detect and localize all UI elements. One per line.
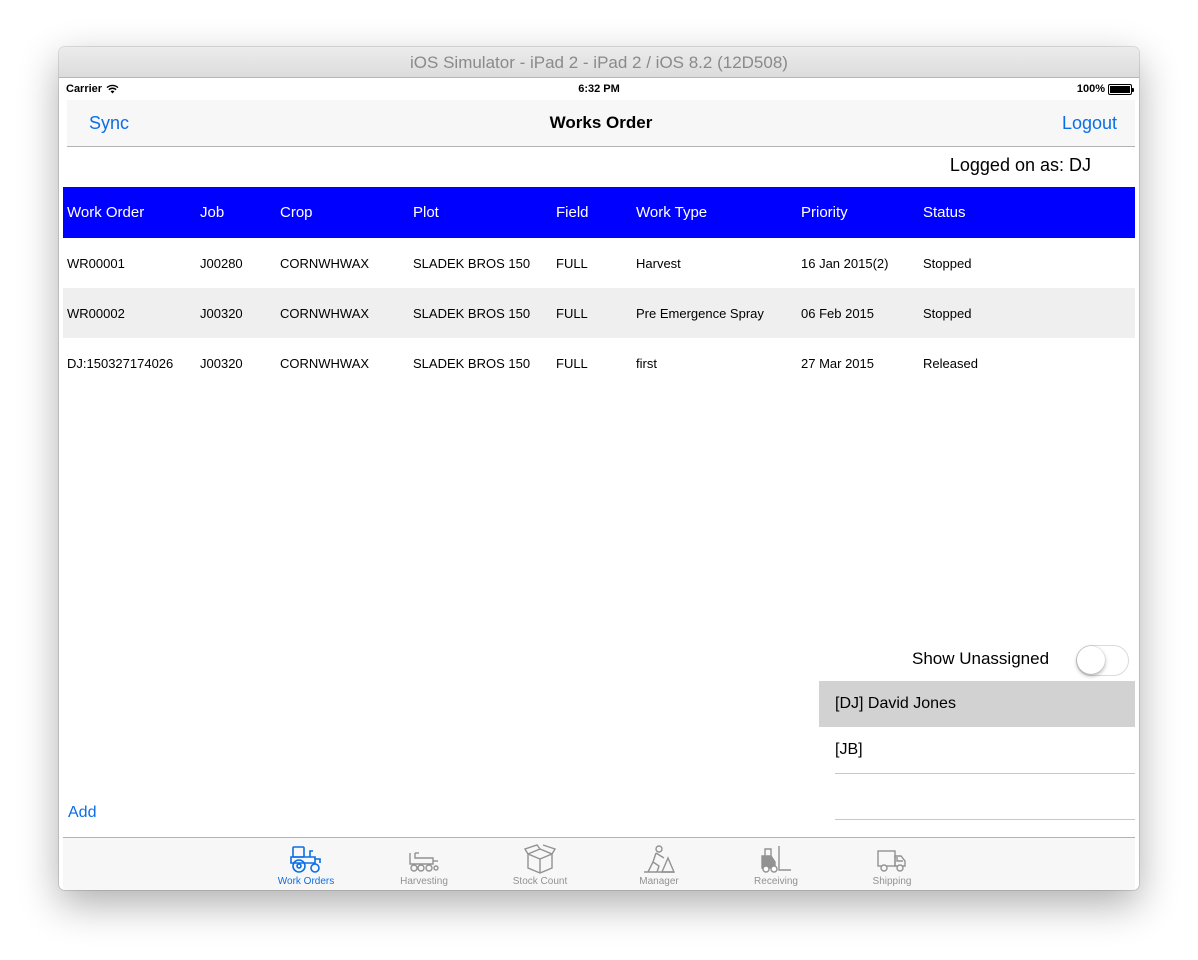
cell-status: Released: [923, 356, 978, 371]
column-crop[interactable]: Crop: [280, 204, 313, 221]
cell-plot: SLADEK BROS 150: [413, 256, 531, 271]
tab-label: Stock Count: [512, 876, 568, 887]
show-unassigned-label: Show Unassigned: [912, 649, 1050, 668]
page-title: Works Order: [549, 113, 653, 132]
tab-work-orders[interactable]: Work Orders: [261, 844, 351, 890]
toggle-knob: [1077, 646, 1105, 674]
tractor-icon: [290, 846, 321, 873]
cell-work-type: Harvest: [636, 256, 681, 271]
cell-crop: CORNWHWAX: [280, 256, 370, 271]
column-field[interactable]: Field: [556, 204, 589, 221]
table-row[interactable]: WR00001 J00280 CORNWHWAX SLADEK BROS 150…: [63, 238, 1135, 288]
cell-status: Stopped: [923, 306, 972, 321]
cell-plot: SLADEK BROS 150: [413, 306, 531, 321]
logout-button[interactable]: Logout: [1062, 113, 1117, 134]
clock: 6:32 PM: [578, 83, 620, 95]
battery-icon: [1108, 83, 1134, 95]
list-divider: [835, 773, 1135, 774]
list-divider: [835, 819, 1135, 820]
tab-label: Shipping: [872, 876, 912, 887]
tab-shipping[interactable]: Shipping: [847, 844, 937, 890]
tab-harvesting[interactable]: Harvesting: [379, 844, 469, 890]
user-name: [DJ] David Jones: [835, 695, 956, 712]
simulator-window: iOS Simulator - iPad 2 - iPad 2 / iOS 8.…: [59, 47, 1139, 890]
forklift-icon: [761, 846, 791, 873]
cell-job: J00320: [200, 356, 243, 371]
column-plot[interactable]: Plot: [413, 204, 439, 221]
column-status[interactable]: Status: [923, 204, 966, 221]
column-work-order[interactable]: Work Order: [67, 204, 144, 221]
cell-work-order: WR00001: [67, 256, 125, 271]
table-row[interactable]: WR00002 J00320 CORNWHWAX SLADEK BROS 150…: [63, 288, 1135, 338]
box-icon: [523, 844, 557, 874]
tab-stock-count[interactable]: Stock Count: [495, 844, 585, 890]
tab-manager[interactable]: Manager: [614, 844, 704, 890]
column-work-type[interactable]: Work Type: [636, 204, 707, 221]
cell-job: J00320: [200, 306, 243, 321]
user-name: [JB]: [835, 741, 863, 758]
cell-priority: 27 Mar 2015: [801, 356, 874, 371]
tab-label: Work Orders: [277, 876, 335, 887]
tab-label: Manager: [639, 876, 679, 887]
cell-work-order: DJ:150327174026: [67, 356, 174, 371]
table-row[interactable]: DJ:150327174026 J00320 CORNWHWAX SLADEK …: [63, 338, 1135, 388]
tab-receiving[interactable]: Receiving: [731, 844, 821, 890]
logged-on-label: Logged on as: DJ: [949, 155, 1091, 175]
cell-field: FULL: [556, 306, 588, 321]
navigation-bar: Sync Works Order Logout: [67, 100, 1135, 147]
window-title: iOS Simulator - iPad 2 - iPad 2 / iOS 8.…: [59, 47, 1139, 78]
tab-label: Receiving: [754, 876, 798, 887]
worker-icon: [644, 845, 676, 873]
user-list-item[interactable]: [DJ] David Jones: [819, 681, 1135, 727]
table-header: Work Order Job Crop Plot Field Work Type…: [63, 187, 1135, 238]
column-priority[interactable]: Priority: [801, 204, 848, 221]
cell-crop: CORNWHWAX: [280, 306, 370, 321]
cell-crop: CORNWHWAX: [280, 356, 370, 371]
show-unassigned-toggle[interactable]: [1076, 645, 1129, 676]
cell-job: J00280: [200, 256, 243, 271]
cell-field: FULL: [556, 356, 588, 371]
status-bar: Carrier 6:32 PM 100%: [63, 79, 1135, 100]
tab-bar: Work Orders Harvesting Stock Count Manag…: [63, 837, 1135, 890]
ipad-screen: Carrier 6:32 PM 100% Sync Works Order Lo…: [63, 79, 1135, 890]
cell-status: Stopped: [923, 256, 972, 271]
harvester-icon: [409, 852, 439, 872]
cell-field: FULL: [556, 256, 588, 271]
cell-plot: SLADEK BROS 150: [413, 356, 531, 371]
cell-work-order: WR00002: [67, 306, 125, 321]
cell-work-type: first: [636, 356, 657, 371]
cell-priority: 16 Jan 2015(2): [801, 256, 889, 271]
cell-priority: 06 Feb 2015: [801, 306, 875, 321]
tab-label: Harvesting: [400, 876, 448, 887]
column-job[interactable]: Job: [200, 204, 224, 221]
truck-icon: [877, 850, 906, 872]
user-list-item[interactable]: [JB]: [819, 727, 1135, 773]
battery-percent: 100%: [1076, 83, 1105, 95]
cell-work-type: Pre Emergence Spray: [636, 306, 764, 321]
add-button[interactable]: Add: [68, 804, 96, 822]
